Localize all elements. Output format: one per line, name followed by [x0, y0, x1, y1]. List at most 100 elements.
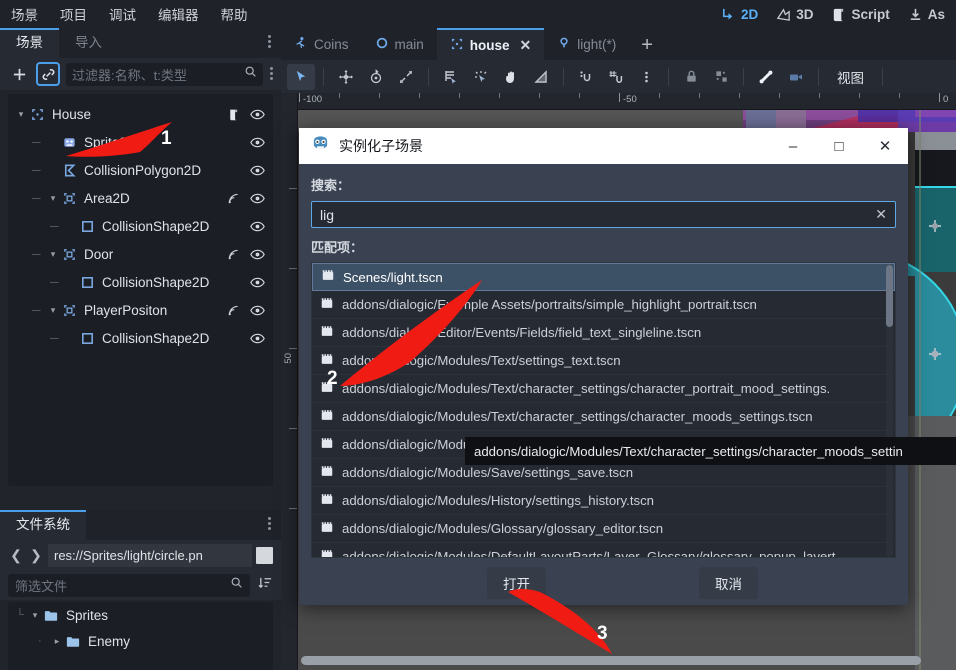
- menu-editor[interactable]: 编辑器: [147, 1, 210, 27]
- scene-tree-row[interactable]: ─ CollisionShape2D: [8, 268, 273, 296]
- menu-debug[interactable]: 调试: [98, 1, 147, 27]
- result-item[interactable]: addons/dialogic/Modules/DefaultLayoutPar…: [312, 543, 895, 557]
- tree-caret[interactable]: ▾: [46, 193, 60, 204]
- menu-project[interactable]: 项目: [49, 1, 98, 27]
- minimize-icon[interactable]: –: [770, 128, 816, 164]
- menu-help[interactable]: 帮助: [210, 1, 259, 27]
- bone-icon[interactable]: [752, 64, 780, 90]
- plus-icon[interactable]: [8, 63, 30, 85]
- scene-tab-main[interactable]: main: [362, 28, 437, 60]
- scene-tree-row[interactable]: ─ ▾ PlayerPositon: [8, 296, 273, 324]
- scene-filter-input[interactable]: 过滤器:名称、t:类型: [66, 62, 263, 86]
- scale-tool[interactable]: [392, 64, 420, 90]
- visibility-icon[interactable]: [250, 333, 265, 344]
- dialog-title-bar[interactable]: 实例化子场景 – □ ✕: [299, 128, 908, 164]
- scene-tree-more-icon[interactable]: [270, 66, 273, 82]
- tree-caret[interactable]: ▾: [46, 249, 60, 260]
- canvas-hscrollbar[interactable]: [301, 656, 921, 665]
- filesystem-path-input[interactable]: res://Sprites/light/circle.pn: [48, 543, 252, 567]
- filesystem-filter-input[interactable]: 筛选文件: [8, 573, 250, 597]
- grid-snap-icon[interactable]: [602, 64, 630, 90]
- cancel-button[interactable]: 取消: [699, 566, 758, 599]
- tree-guide: ─: [50, 275, 59, 289]
- list-select-icon[interactable]: [437, 64, 465, 90]
- tree-caret[interactable]: ▸: [50, 636, 64, 647]
- filesystem-row[interactable]: · ▸ Enemy: [8, 628, 273, 654]
- scene-tree-row[interactable]: ─ ▾ Door: [8, 240, 273, 268]
- menu-scene[interactable]: 场景: [0, 1, 49, 27]
- rotate-tool[interactable]: [362, 64, 390, 90]
- scene-tree[interactable]: ▾ House ─ Sprite2D ─ CollisionPolygon2D ─ ▾ Area…: [8, 94, 273, 486]
- scene-tab-house[interactable]: house ✕: [436, 28, 545, 60]
- signal-icon[interactable]: [227, 304, 240, 317]
- scene-file-icon: [320, 409, 334, 425]
- close-icon[interactable]: ✕: [862, 128, 908, 164]
- visibility-icon[interactable]: [250, 137, 265, 148]
- scene-dock-menu-icon[interactable]: [268, 35, 271, 50]
- link-icon[interactable]: [36, 62, 60, 86]
- result-item[interactable]: addons/dialogic/Example Assets/portraits…: [312, 291, 895, 319]
- tree-caret[interactable]: ▾: [28, 610, 42, 621]
- chevron-right-icon[interactable]: ❯: [28, 547, 44, 564]
- visibility-icon[interactable]: [250, 305, 265, 316]
- visibility-icon[interactable]: [250, 109, 265, 120]
- more-vertical-icon[interactable]: [632, 64, 660, 90]
- tree-caret[interactable]: ▾: [46, 305, 60, 316]
- visibility-icon[interactable]: [250, 165, 265, 176]
- result-item[interactable]: Scenes/light.tscn: [312, 263, 895, 291]
- result-item[interactable]: addons/dialogic/Modules/Glossary/glossar…: [312, 515, 895, 543]
- scene-tab-house-label: house: [469, 37, 510, 53]
- tab-import[interactable]: 导入: [59, 28, 118, 58]
- results-list[interactable]: Scenes/light.tscn addons/dialogic/Example…: [311, 262, 896, 558]
- scene-tree-row[interactable]: ─ CollisionShape2D: [8, 212, 273, 240]
- tab-scene[interactable]: 场景: [0, 28, 59, 58]
- tab-filesystem[interactable]: 文件系统: [0, 510, 86, 540]
- filesystem-tree[interactable]: └ ▾ Sprites · ▸ Enemy: [8, 602, 273, 670]
- camera-icon[interactable]: [782, 64, 810, 90]
- click-select-icon[interactable]: [467, 64, 495, 90]
- visibility-icon[interactable]: [250, 221, 265, 232]
- visibility-icon[interactable]: [250, 277, 265, 288]
- result-item[interactable]: addons/dialogic/Modules/Text/character_s…: [312, 375, 895, 403]
- signal-icon[interactable]: [227, 248, 240, 261]
- tree-caret[interactable]: ▾: [14, 109, 28, 120]
- filesystem-row[interactable]: └ ▾ Sprites: [8, 602, 273, 628]
- result-item[interactable]: addons/dialogic/Modules/Text/settings_te…: [312, 347, 895, 375]
- result-item[interactable]: addons/dialogic/Modules/Text/character_s…: [312, 403, 895, 431]
- filesystem-dock-menu-icon[interactable]: [268, 517, 271, 532]
- result-item[interactable]: addons/dialogic/Modules/History/settings…: [312, 487, 895, 515]
- script-icon[interactable]: [227, 108, 240, 121]
- results-scrollbar[interactable]: [886, 265, 893, 557]
- open-button[interactable]: 打开: [487, 566, 546, 599]
- mode-3d-button[interactable]: 3D: [767, 4, 822, 25]
- snap-icon[interactable]: [572, 64, 600, 90]
- signal-icon[interactable]: [227, 192, 240, 205]
- scene-tree-row[interactable]: ▾ House: [8, 100, 273, 128]
- mode-assetlib-button[interactable]: As: [899, 4, 954, 25]
- mode-2d-button[interactable]: 2D: [712, 4, 767, 25]
- scene-tree-row[interactable]: ─ Sprite2D: [8, 128, 273, 156]
- move-tool[interactable]: [332, 64, 360, 90]
- maximize-icon[interactable]: □: [816, 128, 862, 164]
- scene-tab-coins[interactable]: Coins: [281, 28, 362, 60]
- search-input[interactable]: lig ✕: [311, 201, 896, 228]
- close-icon[interactable]: ✕: [520, 37, 532, 54]
- scene-file-icon: [320, 325, 334, 341]
- scene-tree-row[interactable]: ─ ▾ Area2D: [8, 184, 273, 212]
- ruler-icon[interactable]: [527, 64, 555, 90]
- scene-tree-row[interactable]: ─ CollisionPolygon2D: [8, 156, 273, 184]
- scene-tab-light[interactable]: light(*): [544, 28, 629, 60]
- mode-script-button[interactable]: Script: [822, 4, 898, 25]
- visibility-icon[interactable]: [250, 193, 265, 204]
- hand-icon[interactable]: [497, 64, 525, 90]
- sort-icon[interactable]: [258, 575, 273, 595]
- ruler-label-0: -100: [303, 94, 323, 105]
- visibility-icon[interactable]: [250, 249, 265, 260]
- add-scene-tab-icon[interactable]: +: [629, 30, 665, 60]
- clear-icon[interactable]: ✕: [875, 206, 887, 223]
- chevron-left-icon[interactable]: ❮: [8, 547, 24, 564]
- view-menu-button[interactable]: 视图: [827, 64, 874, 90]
- scene-tree-row[interactable]: ─ CollisionShape2D: [8, 324, 273, 352]
- result-item[interactable]: addons/dialogic/Editor/Events/Fields/fie…: [312, 319, 895, 347]
- select-tool[interactable]: [287, 63, 315, 90]
